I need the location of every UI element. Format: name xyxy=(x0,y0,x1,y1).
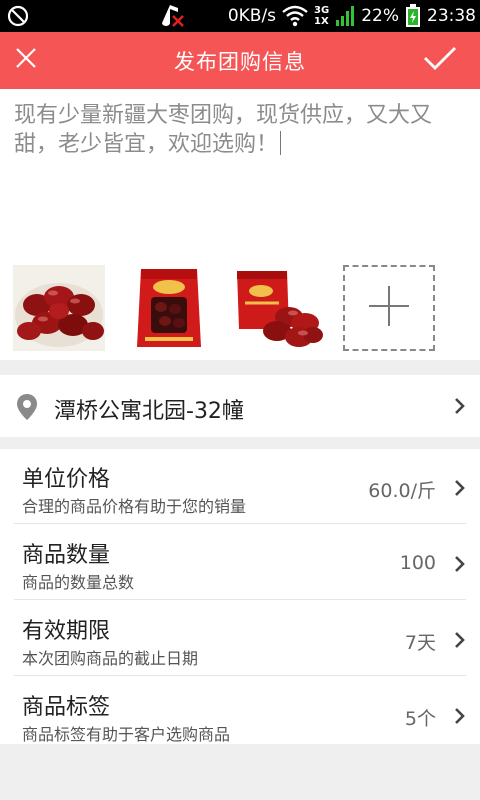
post-text: 现有少量新疆大枣团购，现货供应，又大又甜，老少皆宜，欢迎选购！ xyxy=(14,103,433,157)
battery-charging-icon xyxy=(405,4,421,28)
list-item-title: 有效期限 xyxy=(22,619,111,644)
chevron-right-icon xyxy=(454,631,466,653)
battery-percent: 22% xyxy=(361,6,399,26)
app-header: 发布团购信息 xyxy=(0,32,480,89)
plus-icon xyxy=(367,284,411,332)
location-row[interactable]: 潭桥公寓北园-32幢 xyxy=(0,375,480,437)
clock: 23:38 xyxy=(427,6,476,26)
music-muted-icon xyxy=(156,3,186,29)
close-button[interactable] xyxy=(8,42,44,78)
location-address: 潭桥公寓北园-32幢 xyxy=(54,399,244,424)
list-item-value: 100 xyxy=(399,552,436,574)
wifi-icon xyxy=(282,5,308,27)
page-title: 发布团购信息 xyxy=(174,49,306,74)
network-speed: 0KB/s xyxy=(227,6,277,26)
network-type: 3G 1X xyxy=(314,5,330,27)
post-text-input[interactable]: 现有少量新疆大枣团购，现货供应，又大又甜，老少皆宜，欢迎选购！ xyxy=(14,101,466,159)
list-item-value: 60.0/斤 xyxy=(368,480,436,502)
chevron-right-icon xyxy=(454,555,466,577)
divider xyxy=(14,523,466,524)
list-item-quantity[interactable]: 商品数量 商品的数量总数 100 xyxy=(0,525,480,600)
red-dates-bowl-image xyxy=(13,265,105,351)
chevron-right-icon xyxy=(454,707,466,729)
status-bar: 0KB/s 3G 1X 22% 23:38 xyxy=(0,0,480,32)
list-item-title: 单位价格 xyxy=(22,467,111,492)
list-item-validity[interactable]: 有效期限 本次团购商品的截止日期 7天 xyxy=(0,601,480,676)
text-cursor xyxy=(280,131,282,155)
list-item-subtitle: 合理的商品价格有助于您的销量 xyxy=(22,497,247,516)
close-icon xyxy=(14,46,38,74)
signal-icon xyxy=(335,5,355,27)
photo-thumbnail[interactable] xyxy=(13,265,105,351)
settings-list: 单位价格 合理的商品价格有助于您的销量 60.0/斤 商品数量 商品的数量总数 … xyxy=(0,449,480,744)
list-item-tags[interactable]: 商品标签 商品标签有助于客户选购商品 5个 xyxy=(0,677,480,752)
list-item-title: 商品标签 xyxy=(22,695,111,720)
list-item-value: 5个 xyxy=(404,708,436,730)
blocked-notification-icon xyxy=(6,4,30,28)
checkmark-icon xyxy=(423,45,457,75)
post-composer: 现有少量新疆大枣团购，现货供应，又大又甜，老少皆宜，欢迎选购！ xyxy=(0,89,480,360)
add-photo-button[interactable] xyxy=(343,265,435,351)
list-item-subtitle: 本次团购商品的截止日期 xyxy=(22,649,199,668)
photo-thumbnail[interactable] xyxy=(123,265,215,351)
photo-strip xyxy=(13,265,435,351)
location-pin-icon xyxy=(16,393,38,425)
list-item-subtitle: 商品标签有助于客户选购商品 xyxy=(22,725,231,744)
photo-thumbnail[interactable] xyxy=(233,265,325,351)
confirm-button[interactable] xyxy=(420,40,460,80)
list-item-subtitle: 商品的数量总数 xyxy=(22,573,135,592)
list-item-value: 7天 xyxy=(404,632,436,654)
list-item-price[interactable]: 单位价格 合理的商品价格有助于您的销量 60.0/斤 xyxy=(0,449,480,524)
chevron-right-icon xyxy=(454,479,466,501)
divider xyxy=(14,675,466,676)
red-dates-bag-image xyxy=(233,265,325,351)
list-item-title: 商品数量 xyxy=(22,543,111,568)
red-dates-package-image xyxy=(123,265,215,351)
divider xyxy=(14,599,466,600)
chevron-right-icon xyxy=(454,397,466,419)
